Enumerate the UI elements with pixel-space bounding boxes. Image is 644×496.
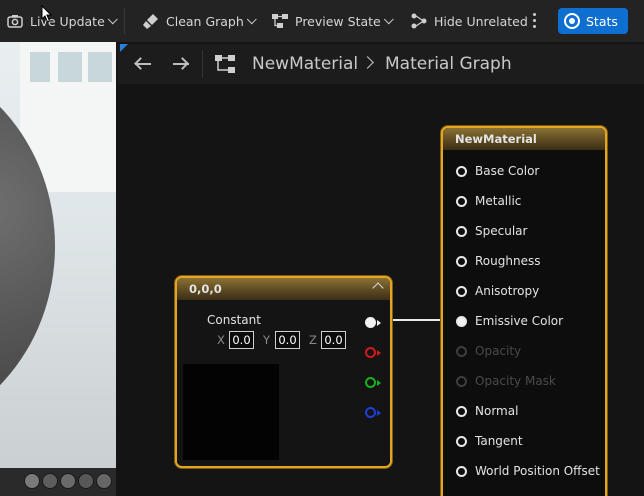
material-input-anisotropy[interactable]: Anisotropy [456,284,539,298]
material-input-opacity-mask[interactable]: Opacity Mask [456,374,556,388]
material-node-header[interactable]: NewMaterial [443,128,605,150]
output-arrow-icon [377,320,381,326]
constant-label: Constant [207,313,261,327]
y-axis-label: Y [263,333,271,347]
z-value-field[interactable]: 0.0 [321,331,346,349]
constant-node-header[interactable]: 0,0,0 [177,278,390,300]
hide-unrelated-label: Hide Unrelated [434,13,528,29]
camera-icon [6,12,24,30]
material-graph-icon [214,54,236,78]
chevron-down-icon [246,13,257,24]
input-pin-label: Opacity Mask [475,374,556,388]
x-value-field[interactable]: 0.0 [229,331,254,349]
input-pin-label: Emissive Color [475,314,564,328]
output-arrow-icon [377,380,381,386]
clean-graph-dropdown[interactable]: Clean Graph [142,9,257,33]
selection-corner-marker [120,44,128,52]
output-arrow-icon [377,410,381,416]
brush-icon [142,12,160,30]
chevron-down-icon [383,13,394,24]
material-input-emissive-color[interactable]: Emissive Color [456,314,563,328]
viewport-window [88,52,112,82]
x-axis-label: X [217,333,225,347]
input-pin-label: Roughness [475,254,541,268]
input-pin-icon[interactable] [456,285,467,297]
input-pin-icon[interactable] [456,465,467,477]
teapot-shape-icon[interactable] [96,473,112,489]
input-pin-icon[interactable] [456,345,467,357]
preview-state-label: Preview State [295,13,381,29]
material-input-world-position-offset[interactable]: World Position Offset [456,464,600,478]
z-axis-label: Z [309,333,317,347]
input-pin-icon[interactable] [456,375,467,387]
input-pin-icon[interactable] [456,405,467,417]
mouse-cursor-icon [41,5,53,23]
more-options-icon[interactable] [531,13,537,29]
constant-node[interactable]: 0,0,0 Constant X 0.0 Y 0.0 Z 0.0 [175,276,392,468]
viewport-window [30,52,50,82]
breadcrumb-graph[interactable]: Material Graph [385,54,512,74]
output-pin-r[interactable] [365,347,376,358]
toolbar: Live Update Clean Graph Preview State Hi… [0,0,644,42]
input-pin-label: World Position Offset [475,464,600,478]
breadcrumb-asset[interactable]: NewMaterial [252,54,358,74]
output-arrow-icon [377,350,381,356]
input-pin-label: Base Color [475,164,540,178]
input-pin-icon[interactable] [456,225,467,237]
node-graph-icon [271,12,289,30]
input-pin-label: Tangent [475,434,523,448]
gear-icon [564,13,580,29]
input-pin-icon[interactable] [456,255,467,267]
input-pin-label: Normal [475,404,519,418]
back-arrow-icon[interactable] [134,56,152,72]
toolbar-separator [124,8,125,34]
material-input-tangent[interactable]: Tangent [456,434,523,448]
viewport-window [58,52,82,82]
material-result-node[interactable]: NewMaterial Base Color Metallic Specular Ro… [441,126,607,496]
forward-arrow-icon[interactable] [172,56,190,72]
input-pin-label: Opacity [475,344,522,358]
material-input-metallic[interactable]: Metallic [456,194,521,208]
input-pin-label: Specular [475,224,528,238]
input-pin-label: Anisotropy [475,284,540,298]
output-pin-b[interactable] [365,407,376,418]
output-pin-g[interactable] [365,377,376,388]
sphere-shape-icon[interactable] [42,473,58,489]
input-pin-icon[interactable] [456,165,467,177]
material-input-roughness[interactable]: Roughness [456,254,540,268]
input-pin-icon[interactable] [456,195,467,207]
input-pin-icon[interactable] [456,315,467,327]
material-input-base-color[interactable]: Base Color [456,164,539,178]
cylinder-shape-icon[interactable] [24,473,40,489]
material-input-specular[interactable]: Specular [456,224,527,238]
breadcrumb-divider [202,50,203,78]
constant-node-body: Constant X 0.0 Y 0.0 Z 0.0 [177,300,390,466]
input-pin-icon[interactable] [456,435,467,447]
preview-state-dropdown[interactable]: Preview State [271,9,394,33]
material-preview-viewport[interactable] [0,42,116,496]
hide-unrelated-icon [410,12,428,30]
input-pin-label: Metallic [475,194,522,208]
chevron-down-icon [107,13,118,24]
plane-shape-icon[interactable] [60,473,76,489]
clean-graph-label: Clean Graph [166,13,244,29]
y-value-field[interactable]: 0.0 [275,331,300,349]
material-input-normal[interactable]: Normal [456,404,518,418]
material-input-opacity[interactable]: Opacity [456,344,521,358]
cube-shape-icon[interactable] [78,473,94,489]
constant-preview-swatch [183,364,279,460]
hide-unrelated-button[interactable]: Hide Unrelated [410,9,528,33]
constant-node-title: 0,0,0 [189,282,222,296]
live-update-dropdown[interactable]: Live Update [6,9,118,33]
output-pin-rgb[interactable] [365,317,376,328]
stats-button[interactable]: Stats [558,8,628,34]
graph-breadcrumb-bar: NewMaterial Material Graph [118,44,644,84]
stats-label: Stats [586,13,618,29]
material-node-title: NewMaterial [455,132,537,146]
